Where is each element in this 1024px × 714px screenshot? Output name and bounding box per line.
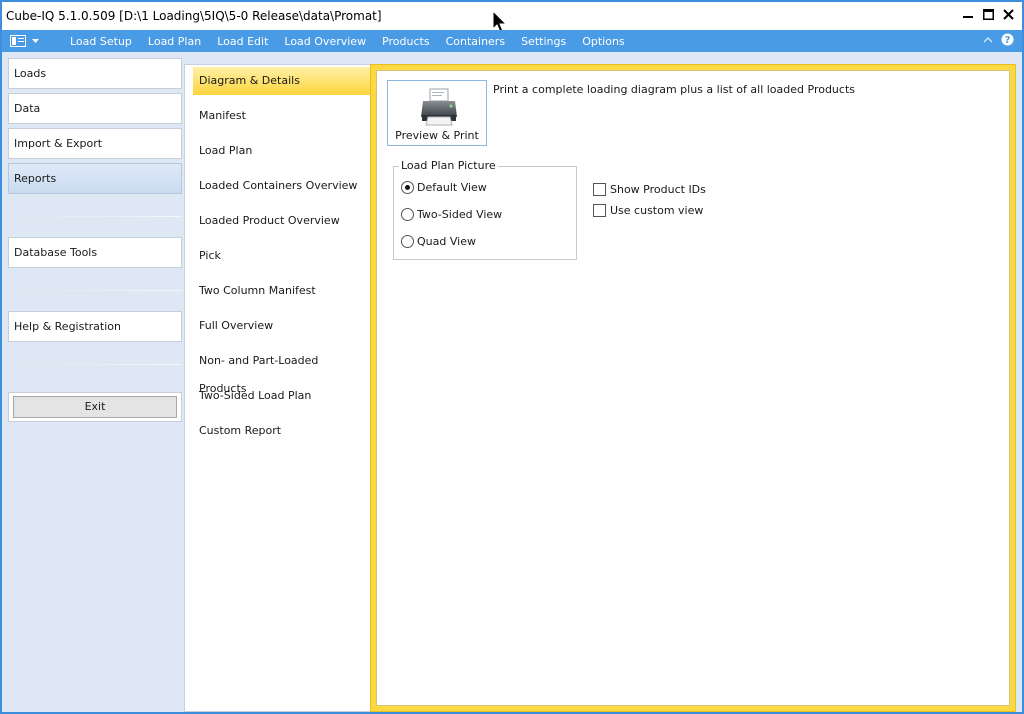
report-full-overview[interactable]: Full Overview: [193, 312, 369, 340]
app-menu-button[interactable]: [10, 33, 46, 49]
printer-icon: [421, 88, 457, 126]
nav-separator: [8, 290, 182, 291]
checkbox-label: Use custom view: [610, 203, 704, 217]
help-icon[interactable]: ?: [1001, 33, 1014, 46]
menu-settings[interactable]: Settings: [513, 30, 574, 52]
window-controls: [960, 5, 1016, 23]
report-load-plan[interactable]: Load Plan: [193, 137, 369, 165]
maximize-button[interactable]: [980, 5, 996, 23]
checkbox-use-custom-view[interactable]: Use custom view: [593, 202, 703, 218]
svg-text:?: ?: [1005, 35, 1011, 46]
report-list: Diagram & Details Manifest Load Plan Loa…: [184, 64, 379, 712]
report-loaded-product-overview[interactable]: Loaded Product Overview: [193, 207, 369, 235]
nav-help-registration[interactable]: Help & Registration: [8, 311, 182, 342]
nav-separator: [8, 364, 182, 365]
exit-button[interactable]: Exit: [13, 396, 177, 418]
app-menu-icon: [10, 35, 26, 47]
radio-quad-view[interactable]: Quad View: [401, 233, 476, 249]
dropdown-arrow-icon: [32, 38, 39, 43]
nav-loads[interactable]: Loads: [8, 58, 182, 89]
close-icon: [1002, 8, 1014, 20]
menu-load-edit[interactable]: Load Edit: [209, 30, 276, 52]
main-frame: Loads Data Import & Export Reports Datab…: [0, 52, 1024, 714]
checkbox-label: Show Product IDs: [610, 182, 706, 196]
radio-label: Default View: [417, 180, 487, 194]
menu-load-overview[interactable]: Load Overview: [276, 30, 374, 52]
report-custom-report[interactable]: Custom Report: [193, 417, 369, 445]
checkbox[interactable]: [593, 182, 606, 196]
nav-database-tools[interactable]: Database Tools: [8, 237, 182, 268]
radio-default-view[interactable]: Default View: [401, 179, 487, 195]
title-bar: Cube-IQ 5.1.0.509 [D:\1 Loading\5IQ\5-0 …: [0, 0, 1024, 30]
radio-label: Two-Sided View: [417, 207, 503, 221]
preview-print-button[interactable]: Preview & Print: [387, 80, 487, 146]
radio-label: Quad View: [417, 234, 476, 248]
preview-print-label: Preview & Print: [395, 129, 479, 142]
content-highlight-frame: Preview & Print Print a complete loading…: [370, 64, 1016, 712]
window-title: Cube-IQ 5.1.0.509 [D:\1 Loading\5IQ\5-0 …: [6, 9, 382, 23]
checkbox-show-product-ids[interactable]: Show Product IDs: [593, 181, 706, 197]
report-content-panel: Preview & Print Print a complete loading…: [376, 70, 1010, 706]
nav-import-export[interactable]: Import & Export: [8, 128, 182, 159]
minimize-button[interactable]: [960, 5, 976, 23]
nav-reports[interactable]: Reports: [8, 163, 182, 194]
load-plan-picture-group: Load Plan Picture Default View Two-Sided…: [393, 159, 577, 260]
report-diagram-details[interactable]: Diagram & Details: [193, 67, 379, 95]
nav-data[interactable]: Data: [8, 93, 182, 124]
menu-options[interactable]: Options: [574, 30, 632, 52]
collapse-ribbon-icon[interactable]: [983, 36, 993, 43]
report-description: Print a complete loading diagram plus a …: [493, 83, 855, 96]
menu-right-controls: ?: [983, 33, 1014, 46]
checkbox[interactable]: [593, 203, 606, 217]
report-two-sided-load-plan[interactable]: Two-Sided Load Plan: [193, 382, 369, 410]
nav-separator: [8, 216, 182, 217]
radio-button[interactable]: [401, 234, 414, 248]
menu-containers[interactable]: Containers: [438, 30, 514, 52]
report-manifest[interactable]: Manifest: [193, 102, 369, 130]
report-two-column-manifest[interactable]: Two Column Manifest: [193, 277, 369, 305]
menu-items: Load Setup Load Plan Load Edit Load Over…: [62, 30, 633, 52]
minimize-icon: [963, 16, 973, 18]
menu-load-setup[interactable]: Load Setup: [62, 30, 140, 52]
menu-bar: Load Setup Load Plan Load Edit Load Over…: [0, 30, 1024, 52]
radio-two-sided-view[interactable]: Two-Sided View: [401, 206, 502, 222]
report-pick[interactable]: Pick: [193, 242, 369, 270]
report-loaded-containers-overview[interactable]: Loaded Containers Overview: [193, 172, 369, 200]
menu-products[interactable]: Products: [374, 30, 438, 52]
report-non-part-loaded-products[interactable]: Non- and Part-Loaded Products: [193, 347, 369, 395]
radio-button[interactable]: [401, 180, 414, 194]
group-title: Load Plan Picture: [399, 159, 498, 172]
close-button[interactable]: [1000, 5, 1016, 23]
exit-container: Exit: [8, 392, 182, 422]
menu-load-plan[interactable]: Load Plan: [140, 30, 209, 52]
maximize-icon: [982, 8, 994, 20]
radio-button[interactable]: [401, 207, 414, 221]
